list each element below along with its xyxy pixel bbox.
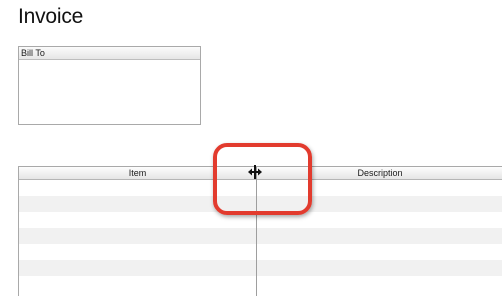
page-title: Invoice: [18, 5, 84, 28]
highlight-annotation: [213, 143, 312, 215]
table-row[interactable]: [19, 260, 502, 276]
table-row[interactable]: [19, 228, 502, 244]
bill-to-box[interactable]: Bill To: [18, 46, 201, 125]
bill-to-label: Bill To: [19, 47, 200, 60]
table-row[interactable]: [19, 244, 502, 260]
table-row[interactable]: [19, 276, 502, 292]
bill-to-field[interactable]: [19, 60, 200, 126]
